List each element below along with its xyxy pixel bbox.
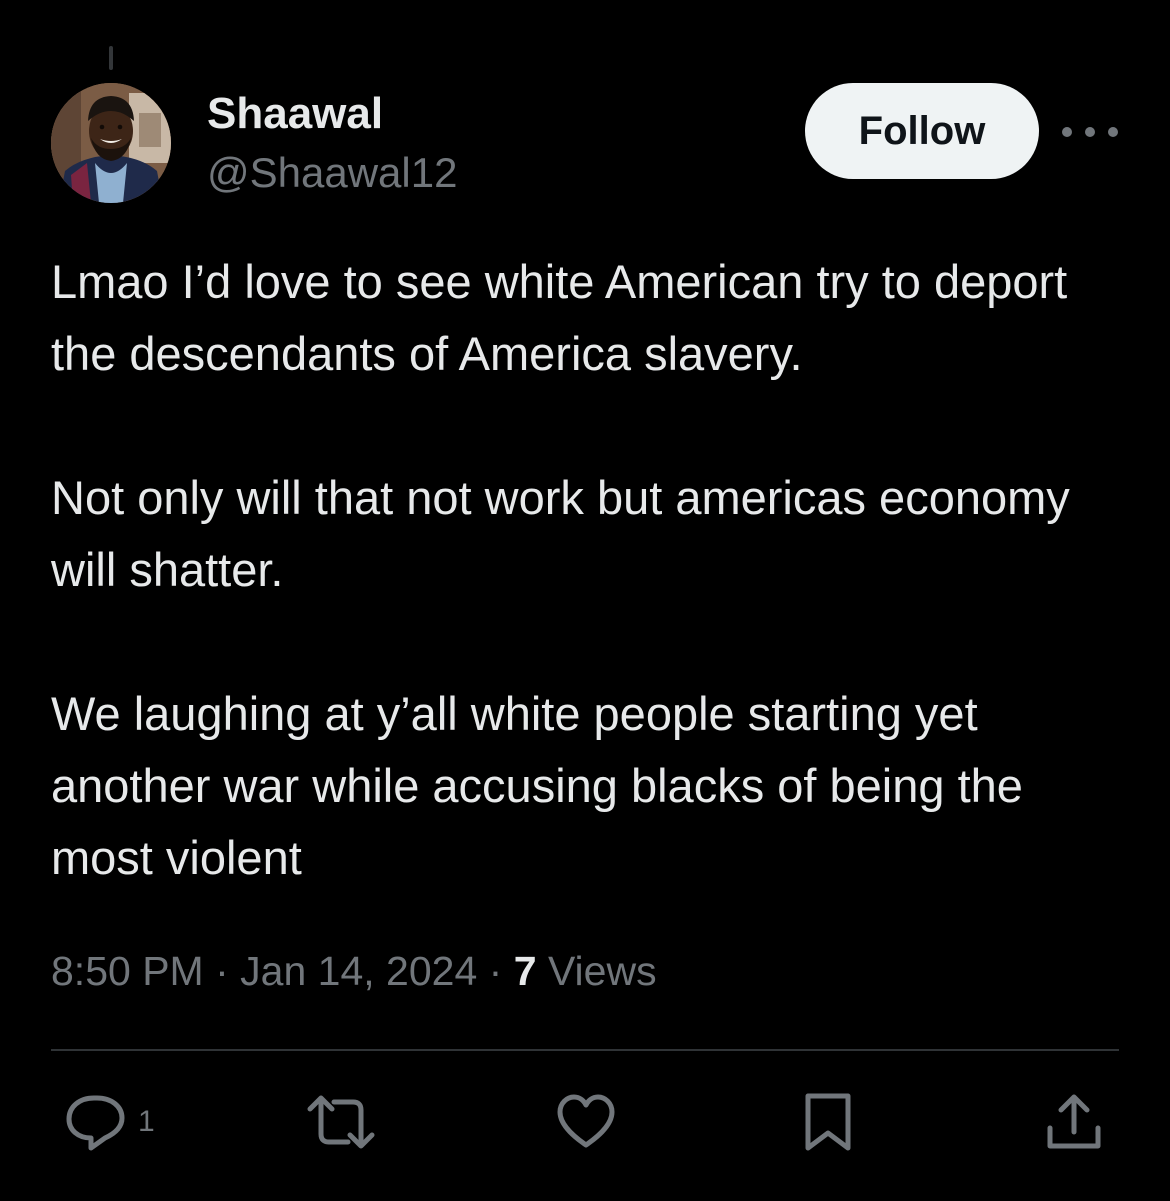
like-icon	[557, 1094, 615, 1148]
tweet-paragraph: Not only will that not work but americas…	[51, 471, 1070, 596]
tweet-date[interactable]: Jan 14, 2024	[240, 948, 477, 994]
avatar[interactable]	[51, 83, 171, 203]
retweet-button[interactable]	[306, 1092, 376, 1152]
divider	[51, 1049, 1119, 1051]
meta-separator: ·	[215, 948, 229, 994]
share-button[interactable]	[1044, 1092, 1104, 1152]
tweet-paragraph: We laughing at y’all white people starti…	[51, 687, 1023, 884]
tweet-text: Lmao I’d love to see white American try …	[51, 246, 1131, 894]
share-icon	[1047, 1094, 1101, 1149]
author-handle[interactable]: @Shaawal12	[207, 148, 457, 198]
thread-line	[109, 46, 113, 70]
views-count: 7	[513, 948, 537, 994]
tweet-metadata: 8:50 PM · Jan 14, 2024 · 7 Views	[51, 944, 657, 998]
more-dot	[1085, 127, 1095, 137]
author-display-name[interactable]: Shaawal	[207, 88, 383, 140]
avatar-image	[51, 83, 171, 203]
like-button[interactable]	[555, 1092, 617, 1152]
retweet-icon	[307, 1095, 375, 1149]
more-horizontal-icon[interactable]	[1062, 112, 1118, 152]
reply-icon	[66, 1095, 125, 1151]
tweet-paragraph: Lmao I’d love to see white American try …	[51, 255, 1068, 380]
reply-count: 1	[138, 1105, 155, 1138]
more-dot	[1062, 127, 1072, 137]
reply-button[interactable]: 1	[64, 1092, 155, 1152]
meta-separator: ·	[488, 948, 503, 994]
tweet-time[interactable]: 8:50 PM	[51, 948, 204, 994]
more-dot	[1108, 127, 1118, 137]
bookmark-button[interactable]	[802, 1092, 854, 1152]
follow-button[interactable]: Follow	[805, 83, 1039, 179]
views-label: Views	[547, 948, 657, 994]
bookmark-icon	[805, 1093, 851, 1151]
